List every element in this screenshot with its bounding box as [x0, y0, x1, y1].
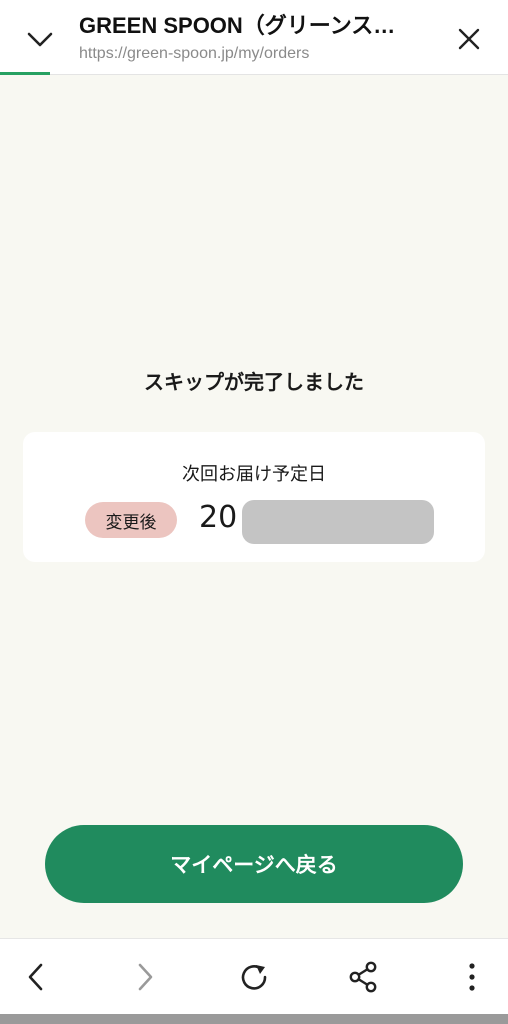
- skip-complete-message: スキップが完了しました: [144, 370, 364, 394]
- browser-bottom-bar: [0, 938, 508, 1015]
- back-to-mypage-button[interactable]: マイページへ戻る: [45, 825, 463, 903]
- browser-top-bar: GREEN SPOON（グリーンス… https://green-spoon.j…: [0, 0, 508, 75]
- redacted-date: [242, 500, 434, 544]
- next-delivery-label: 次回お届け予定日: [182, 464, 326, 485]
- next-delivery-card: 次回お届け予定日 変更後 20: [23, 432, 485, 562]
- page-url: https://green-spoon.jp/my/orders: [79, 45, 310, 62]
- loading-progress-bar: [0, 72, 50, 75]
- more-vertical-icon[interactable]: [452, 957, 492, 997]
- reload-icon[interactable]: [234, 957, 274, 997]
- close-icon[interactable]: [450, 20, 488, 58]
- chevron-right-icon[interactable]: [125, 957, 165, 997]
- next-delivery-date: 20: [199, 500, 238, 535]
- page-title: GREEN SPOON（グリーンス…: [79, 13, 396, 38]
- chevron-down-icon[interactable]: [22, 22, 58, 58]
- system-navigation-bar: [0, 1014, 508, 1024]
- chevron-left-icon[interactable]: [16, 957, 56, 997]
- title-block: GREEN SPOON（グリーンス… https://green-spoon.j…: [79, 12, 419, 64]
- share-icon[interactable]: [343, 957, 383, 997]
- changed-badge: 変更後: [85, 502, 177, 538]
